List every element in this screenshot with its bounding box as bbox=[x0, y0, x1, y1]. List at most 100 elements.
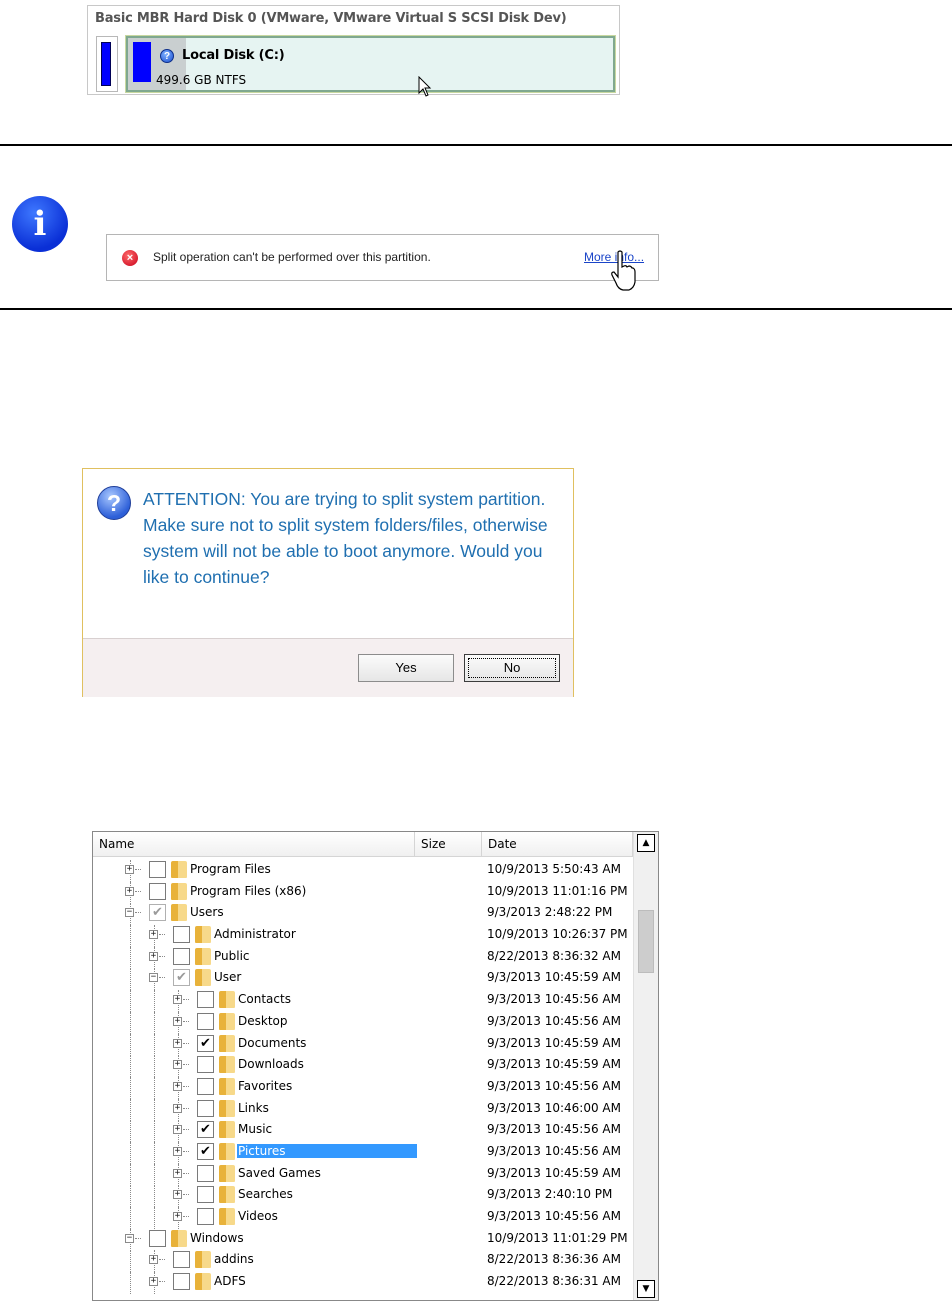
folder-name[interactable]: Videos bbox=[237, 1209, 279, 1223]
tree-row[interactable]: + Desktop 9/3/2013 10:45:56 AM bbox=[93, 1011, 633, 1034]
checkbox[interactable] bbox=[197, 1186, 214, 1204]
checkbox[interactable]: ✔ bbox=[149, 904, 166, 922]
tree-row[interactable]: + Program Files 10/9/2013 5:50:43 AM bbox=[93, 860, 633, 882]
expand-icon[interactable]: + bbox=[173, 1212, 182, 1221]
checkbox[interactable] bbox=[149, 861, 166, 878]
checkbox[interactable] bbox=[197, 1077, 214, 1095]
folder-icon bbox=[219, 1012, 235, 1030]
checkbox[interactable]: ✔ bbox=[173, 969, 190, 987]
expand-icon[interactable]: + bbox=[125, 865, 134, 874]
tree-row[interactable]: + Favorites 9/3/2013 10:45:56 AM bbox=[93, 1076, 633, 1099]
tree-row[interactable]: + ✔ Documents 9/3/2013 10:45:59 AM bbox=[93, 1033, 633, 1056]
checkbox[interactable] bbox=[173, 926, 190, 944]
expand-icon[interactable]: + bbox=[149, 1255, 158, 1265]
checkbox[interactable] bbox=[197, 1099, 214, 1117]
checkbox[interactable]: ✔ bbox=[197, 1034, 214, 1052]
folder-name[interactable]: Program Files bbox=[189, 862, 272, 876]
expand-icon[interactable]: + bbox=[149, 1277, 158, 1287]
tree-row[interactable]: − ✔ User 9/3/2013 10:45:59 AM bbox=[93, 968, 633, 991]
folder-name[interactable]: Administrator bbox=[213, 927, 297, 941]
checkbox[interactable] bbox=[149, 882, 166, 900]
folder-name[interactable]: addins bbox=[213, 1252, 255, 1266]
folder-name[interactable]: Music bbox=[237, 1122, 273, 1136]
expand-icon[interactable]: + bbox=[173, 1060, 182, 1070]
yes-button[interactable]: Yes bbox=[358, 654, 454, 682]
checkbox[interactable] bbox=[197, 1012, 214, 1030]
folder-name[interactable]: ADFS bbox=[213, 1274, 247, 1288]
vertical-scrollbar[interactable]: ▲ ▼ bbox=[633, 832, 658, 1300]
folder-name[interactable]: Contacts bbox=[237, 992, 292, 1006]
no-button[interactable]: No bbox=[464, 654, 560, 682]
tree-row[interactable]: + ✔ Music 9/3/2013 10:45:56 AM bbox=[93, 1120, 633, 1143]
tree-row[interactable]: + Searches 9/3/2013 2:40:10 PM bbox=[93, 1185, 633, 1208]
folder-name[interactable]: Saved Games bbox=[237, 1166, 322, 1180]
collapse-icon[interactable]: − bbox=[149, 973, 158, 983]
tree-row[interactable]: − Windows 10/9/2013 11:01:29 PM bbox=[93, 1228, 633, 1251]
tree-row[interactable]: + Links 9/3/2013 10:46:00 AM bbox=[93, 1098, 633, 1121]
mouse-pointer-icon bbox=[418, 76, 432, 97]
expand-icon[interactable]: + bbox=[149, 930, 158, 940]
tree-row[interactable]: − ✔ Users 9/3/2013 2:48:22 PM bbox=[93, 903, 633, 926]
tree-row[interactable]: + Public 8/22/2013 8:36:32 AM bbox=[93, 946, 633, 969]
expand-icon[interactable]: + bbox=[173, 1038, 182, 1048]
checkbox[interactable]: ✔ bbox=[197, 1142, 214, 1160]
expand-icon[interactable]: + bbox=[173, 1125, 182, 1135]
checkbox[interactable] bbox=[197, 1164, 214, 1182]
checkbox[interactable] bbox=[173, 947, 190, 965]
disk-overview-block[interactable] bbox=[96, 36, 118, 92]
scrollbar-thumb[interactable] bbox=[638, 910, 654, 973]
tree-row[interactable]: + Administrator 10/9/2013 10:26:37 PM bbox=[93, 925, 633, 948]
error-text: Split operation can't be performed over … bbox=[153, 250, 431, 264]
tree-branch-line bbox=[159, 1281, 165, 1283]
column-header-name[interactable]: Name bbox=[93, 832, 415, 856]
folder-name[interactable]: Links bbox=[237, 1101, 270, 1115]
tree-row[interactable]: + Saved Games 9/3/2013 10:45:59 AM bbox=[93, 1163, 633, 1186]
collapse-icon[interactable]: − bbox=[125, 1233, 134, 1243]
checkbox[interactable] bbox=[197, 991, 214, 1009]
folder-name[interactable]: Searches bbox=[237, 1187, 294, 1201]
folder-name[interactable]: Favorites bbox=[237, 1079, 293, 1093]
expand-icon[interactable]: + bbox=[173, 1081, 182, 1091]
folder-name[interactable]: Documents bbox=[237, 1036, 307, 1050]
expand-icon[interactable]: + bbox=[173, 1016, 182, 1026]
tree-branch-line bbox=[135, 1237, 141, 1239]
folder-name[interactable]: Public bbox=[213, 949, 251, 963]
folder-name[interactable]: Windows bbox=[189, 1231, 245, 1245]
folder-name[interactable]: Downloads bbox=[237, 1057, 305, 1071]
tree-row[interactable]: + addins 8/22/2013 8:36:36 AM bbox=[93, 1250, 633, 1273]
column-header-size[interactable]: Size bbox=[415, 832, 482, 856]
column-header-date[interactable]: Date bbox=[482, 832, 633, 856]
folder-name[interactable]: Desktop bbox=[237, 1014, 289, 1028]
expand-icon[interactable]: + bbox=[125, 886, 134, 896]
expand-icon[interactable]: + bbox=[173, 1146, 182, 1156]
folder-name[interactable]: Users bbox=[189, 905, 225, 919]
folder-name[interactable]: User bbox=[213, 970, 242, 984]
expand-icon[interactable]: + bbox=[173, 1168, 182, 1178]
checkbox[interactable] bbox=[197, 1208, 214, 1225]
checkbox[interactable] bbox=[197, 1056, 214, 1074]
tree-branch-line bbox=[183, 1042, 189, 1044]
checkbox[interactable] bbox=[149, 1229, 166, 1247]
folder-name[interactable]: Program Files (x86) bbox=[189, 884, 307, 898]
partition-local-disk-c[interactable]: ? Local Disk (C:) 499.6 GB NTFS bbox=[125, 35, 616, 93]
scroll-up-arrow-icon[interactable]: ▲ bbox=[637, 834, 655, 852]
scroll-down-arrow-icon[interactable]: ▼ bbox=[637, 1280, 655, 1298]
info-icon: i bbox=[12, 196, 68, 252]
tree-row[interactable]: + Contacts 9/3/2013 10:45:56 AM bbox=[93, 990, 633, 1013]
checkbox[interactable] bbox=[173, 1273, 190, 1291]
tree-row[interactable]: + Downloads 9/3/2013 10:45:59 AM bbox=[93, 1055, 633, 1078]
checkbox[interactable] bbox=[173, 1251, 190, 1269]
tree-row[interactable]: + ✔ Pictures 9/3/2013 10:45:56 AM bbox=[93, 1141, 633, 1164]
tree-row[interactable]: + Videos 9/3/2013 10:45:56 AM bbox=[93, 1207, 633, 1229]
tree-row[interactable]: + Program Files (x86) 10/9/2013 11:01:16 P… bbox=[93, 881, 633, 904]
checkbox[interactable]: ✔ bbox=[197, 1121, 214, 1139]
expand-icon[interactable]: + bbox=[173, 995, 182, 1005]
collapse-icon[interactable]: − bbox=[125, 908, 134, 918]
folder-name[interactable]: Pictures bbox=[237, 1143, 417, 1158]
folder-icon bbox=[171, 861, 187, 878]
help-icon[interactable]: ? bbox=[160, 49, 174, 63]
expand-icon[interactable]: + bbox=[173, 1103, 182, 1113]
expand-icon[interactable]: + bbox=[149, 951, 158, 961]
expand-icon[interactable]: + bbox=[173, 1190, 182, 1200]
tree-row[interactable]: + ADFS 8/22/2013 8:36:31 AM bbox=[93, 1272, 633, 1295]
